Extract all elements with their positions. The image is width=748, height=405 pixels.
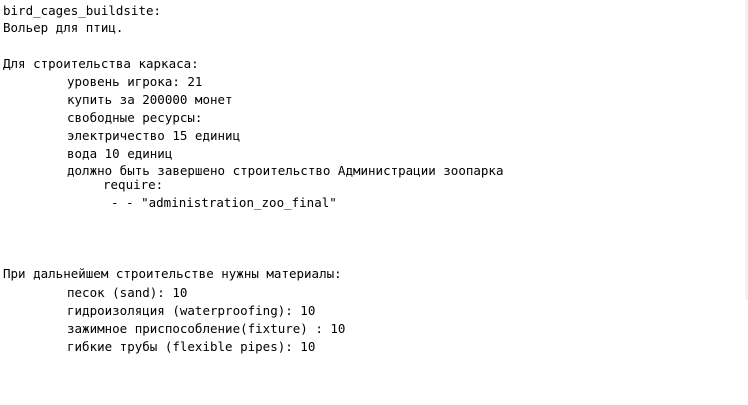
require-value: - - "administration_zoo_final" bbox=[111, 195, 337, 210]
frame-item: электричество 15 единиц bbox=[67, 128, 241, 143]
frame-item: свободные ресурсы: bbox=[67, 110, 203, 125]
require-label: require: bbox=[103, 177, 164, 192]
material-item: гибкие трубы (flexible pipes): 10 bbox=[67, 339, 316, 354]
material-item: песок (sand): 10 bbox=[67, 285, 188, 300]
frame-item: вода 10 единиц bbox=[67, 146, 173, 161]
doc-subtitle: Вольер для птиц. bbox=[3, 20, 124, 35]
frame-item: купить за 200000 монет bbox=[67, 92, 233, 107]
doc-heading: bird_cages_buildsite: bbox=[3, 3, 162, 18]
frame-item: уровень игрока: 21 bbox=[67, 74, 203, 89]
materials-section-title: При дальнейшем строительстве нужны матер… bbox=[3, 266, 342, 281]
frame-section-title: Для строительства каркаса: bbox=[3, 56, 199, 71]
material-item: зажимное приспособление(fixture) : 10 bbox=[67, 321, 346, 336]
material-item: гидроизоляция (waterproofing): 10 bbox=[67, 303, 316, 318]
